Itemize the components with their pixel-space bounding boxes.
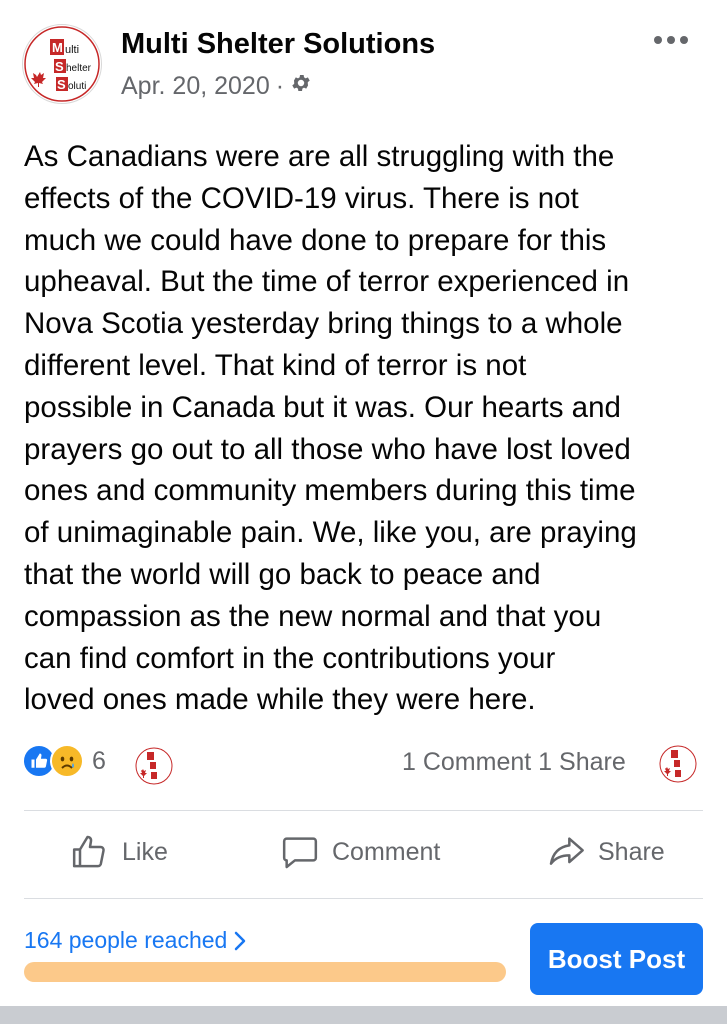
svg-text:ulti: ulti	[65, 44, 79, 56]
reach-text: 164 people reached	[24, 927, 228, 953]
svg-text:helter: helter	[66, 63, 92, 74]
more-options-icon[interactable]	[654, 30, 690, 50]
reach-progress-fill	[24, 962, 506, 982]
divider	[24, 898, 703, 899]
share-button[interactable]: Share	[546, 832, 665, 872]
reaction-count: 6	[92, 746, 106, 775]
thumbs-up-icon	[72, 835, 105, 868]
share-count[interactable]: 1 Share	[538, 748, 626, 776]
comment-label: Comment	[332, 837, 441, 866]
reach-progress-bar	[24, 962, 506, 982]
comment-count[interactable]: 1 Comment	[402, 748, 531, 776]
dot	[680, 36, 688, 44]
page-avatar[interactable]: M ulti S helter S oluti	[22, 24, 102, 104]
post-text: As Canadians were are all struggling wit…	[24, 140, 637, 717]
sad-icon	[50, 744, 84, 778]
meta-separator: ·	[275, 72, 285, 100]
comment-button[interactable]: Comment	[280, 832, 440, 872]
people-reached-link[interactable]: 164 people reached	[24, 927, 247, 954]
svg-text:S: S	[55, 59, 64, 74]
logo-icon: M ulti S helter S oluti	[24, 26, 100, 102]
like-label: Like	[122, 837, 168, 866]
chevron-right-icon	[235, 931, 246, 950]
svg-text:M: M	[52, 40, 63, 55]
gear-icon[interactable]	[290, 72, 312, 101]
dot	[654, 36, 662, 44]
sharer-avatar[interactable]	[658, 744, 698, 784]
page-name[interactable]: Multi Shelter Solutions	[121, 28, 435, 61]
reactor-avatar[interactable]	[134, 746, 174, 786]
post-header: M ulti S helter S oluti Multi Shelter So…	[0, 0, 727, 110]
divider	[24, 810, 703, 811]
post-actions: Like Comment Share	[0, 812, 727, 898]
svg-text:S: S	[57, 77, 66, 92]
like-button[interactable]: Like	[70, 832, 168, 872]
reactions-summary[interactable]: 6	[22, 744, 106, 778]
boost-post-button[interactable]: Boost Post	[530, 923, 703, 995]
feed-separator	[0, 1006, 727, 1024]
share-label: Share	[598, 837, 665, 866]
dot	[667, 36, 675, 44]
comment-icon	[282, 837, 318, 869]
post-stats[interactable]: 1 Comment 1 Share	[402, 748, 626, 777]
svg-text:oluti: oluti	[68, 81, 86, 92]
post-meta: Apr. 20, 2020 ·	[121, 72, 312, 101]
share-icon	[549, 837, 584, 865]
post-date[interactable]: Apr. 20, 2020	[121, 72, 270, 101]
